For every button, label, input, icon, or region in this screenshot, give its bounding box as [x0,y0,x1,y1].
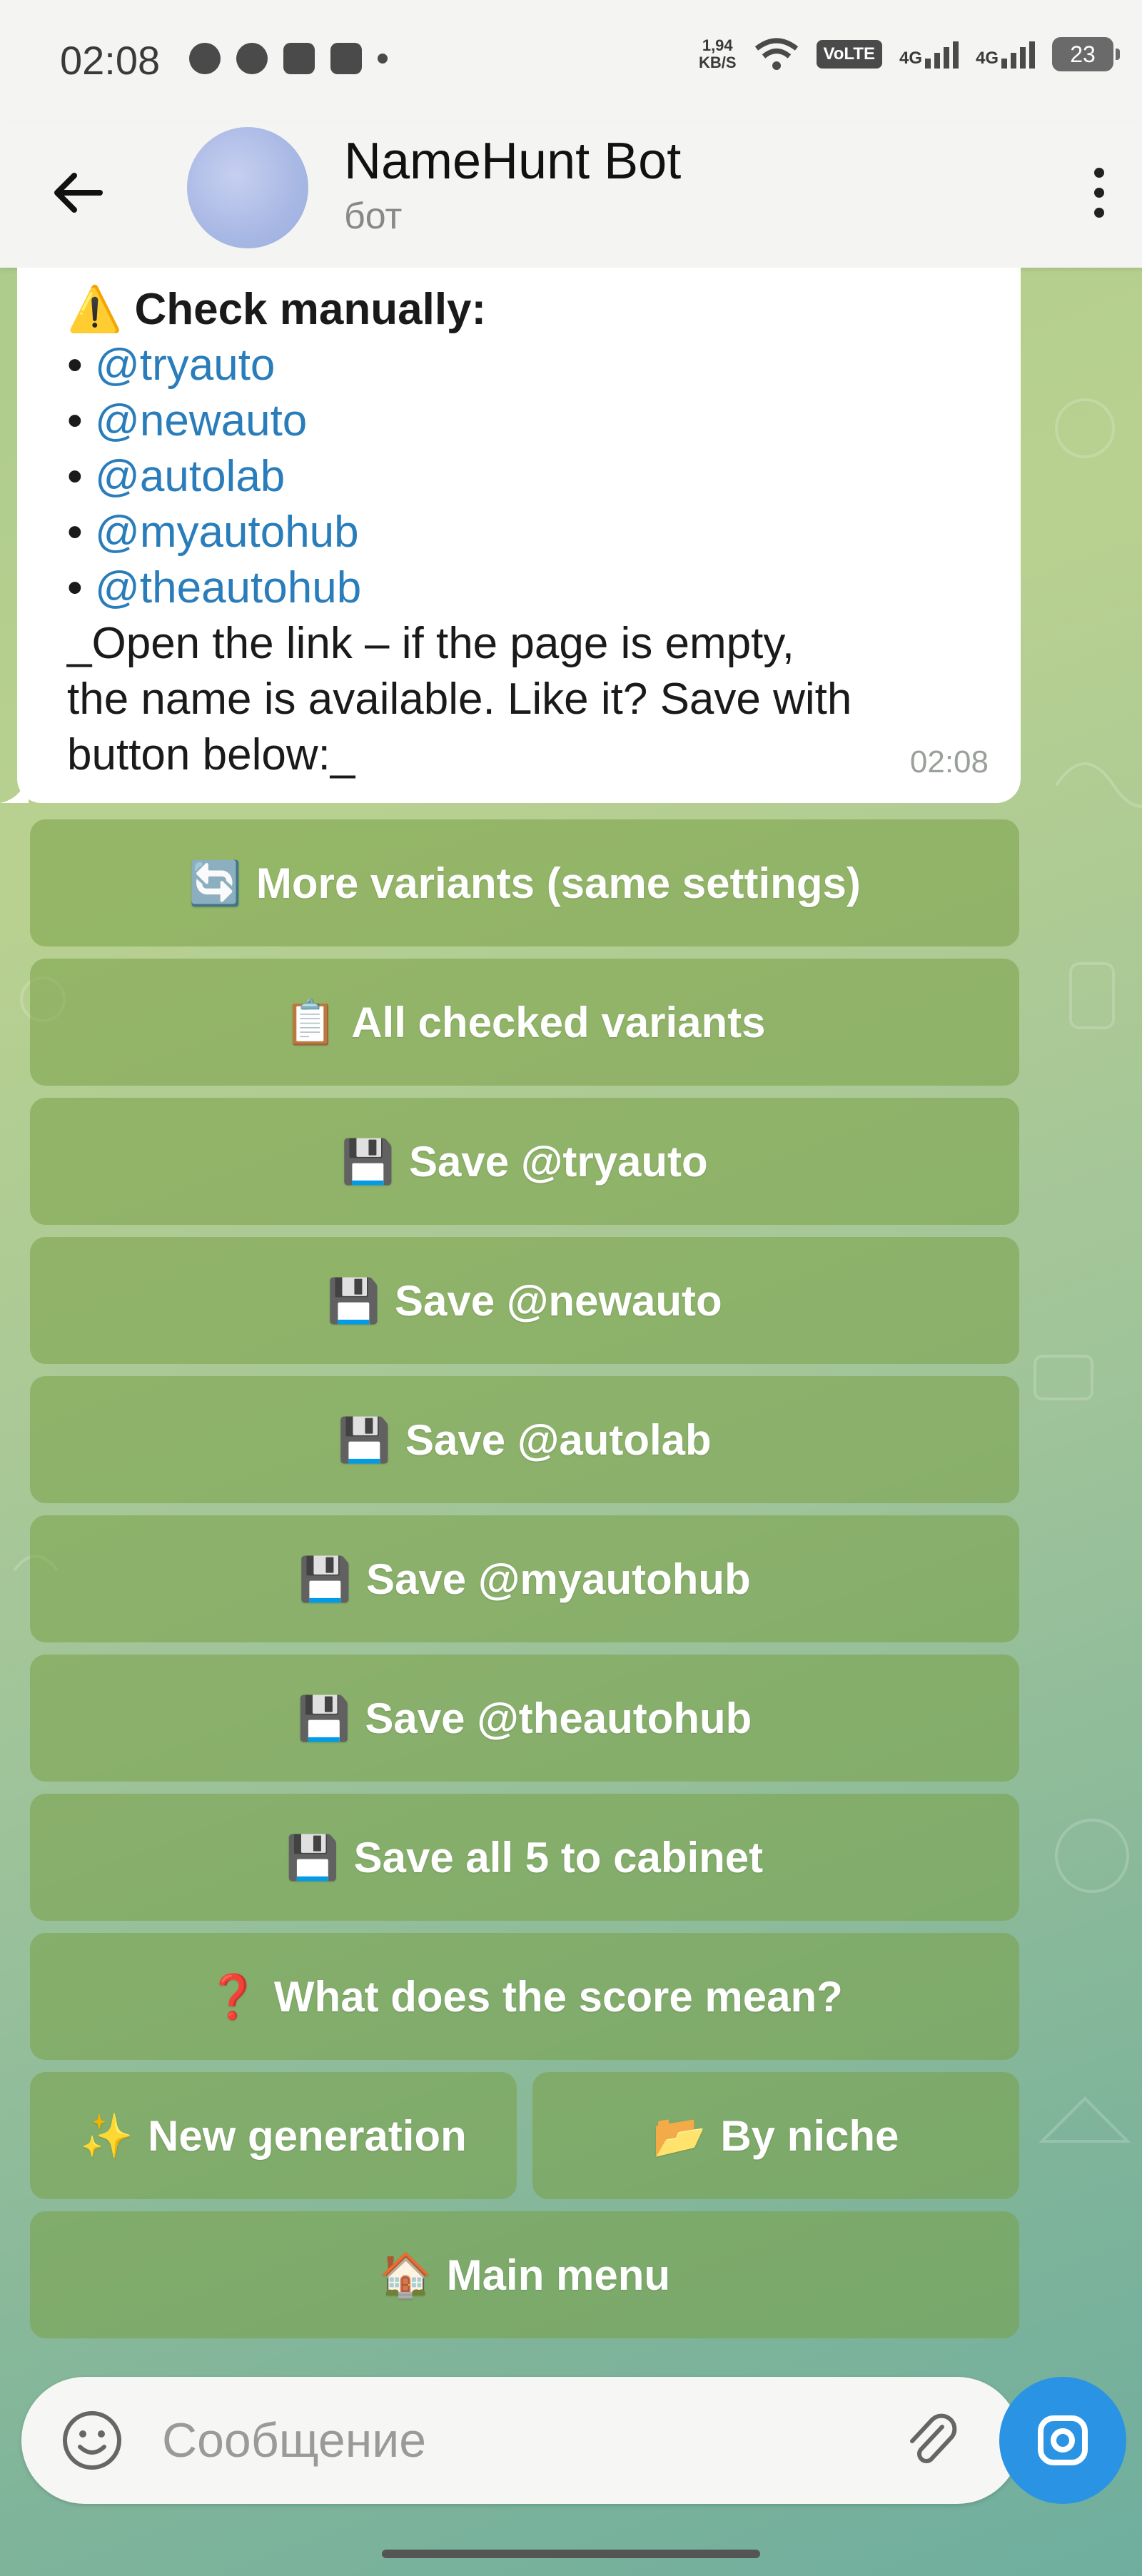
username-link[interactable]: @theautohub [95,563,361,612]
notification-icons [189,43,388,74]
username-link[interactable]: @newauto [95,396,307,445]
more-options-icon[interactable] [1078,157,1121,228]
folder-icon: 📂 [652,2111,707,2160]
status-time: 02:08 [60,38,161,83]
bubble-tail [0,774,29,803]
chat-header: NameHunt Bot бот [0,121,1142,268]
youtube-notification-icon [283,43,315,74]
save-tryauto-button[interactable]: 💾 Save @tryauto [30,1098,1019,1225]
status-bar: 02:08 1,94 KB/S VoLTE 4G 4G 23 [0,0,1142,121]
floppy-disk-icon: 💾 [286,1833,340,1882]
home-icon: 🏠 [378,2251,433,2299]
floppy-disk-icon: 💾 [338,1415,392,1464]
message-footer-line: _Open the link – if the page is empty, [67,619,795,668]
save-myautohub-button[interactable]: 💾 Save @myautohub [30,1515,1019,1642]
all-checked-variants-button[interactable]: 📋 All checked variants [30,959,1019,1086]
signal-bars-icon [924,40,959,69]
list-item: • @tryauto [67,340,276,390]
floppy-disk-icon: 💾 [298,1555,353,1603]
warning-icon: ⚠️ [67,285,123,334]
score-help-button[interactable]: ❓ What does the score mean? [30,1933,1019,2060]
list-item: • @newauto [67,396,308,445]
username-link[interactable]: @tryauto [95,340,275,390]
camera-icon [1038,2415,1088,2465]
chat-title[interactable]: NameHunt Bot [344,132,681,191]
app-notification-icon [330,43,362,74]
emoji-icon[interactable] [60,2408,124,2473]
message-input[interactable] [161,2404,877,2477]
gesture-bar[interactable] [382,2550,760,2558]
save-newauto-button[interactable]: 💾 Save @newauto [30,1237,1019,1364]
chat-subtitle: бот [344,196,403,237]
new-generation-button[interactable]: ✨ New generation [30,2072,517,2199]
more-variants-button[interactable]: 🔄 More variants (same settings) [30,819,1019,946]
signal-sim2: 4G [976,40,1035,69]
floppy-disk-icon: 💾 [327,1276,381,1325]
more-notifications-icon [378,54,388,64]
bot-message: ⚠️ Check manually: • @tryauto • @newauto… [0,268,1021,803]
message-title: Check manually: [134,285,487,334]
by-niche-button[interactable]: 📂 By niche [532,2072,1019,2199]
signal-sim1: 4G [899,40,959,69]
volte-badge: VoLTE [816,40,882,69]
chat-notification-icon [189,43,221,74]
anarchy-notification-icon [236,43,268,74]
sparkles-icon: ✨ [80,2111,133,2160]
back-arrow-icon[interactable] [50,164,107,221]
floppy-disk-icon: 💾 [297,1694,351,1742]
message-time: 02:08 [909,744,989,779]
wifi-icon [754,38,798,70]
save-autolab-button[interactable]: 💾 Save @autolab [30,1376,1019,1503]
question-mark-icon: ❓ [206,1972,260,2021]
username-link[interactable]: @myautohub [95,507,359,557]
main-menu-button[interactable]: 🏠 Main menu [30,2211,1019,2338]
list-item: • @autolab [67,452,286,501]
message-footer-line: the name is available. Like it? Save wit… [67,675,852,724]
refresh-icon: 🔄 [188,859,242,907]
camera-button[interactable] [999,2377,1126,2504]
save-all-button[interactable]: 💾 Save all 5 to cabinet [30,1794,1019,1921]
message-title-line: ⚠️ Check manually: [67,282,971,338]
signal-bars-icon [1001,40,1035,69]
floppy-disk-icon: 💾 [341,1137,395,1186]
message-composer [21,2377,1021,2504]
battery-icon: 23 [1052,37,1120,71]
list-item: • @myautohub [67,507,359,557]
system-indicators: 1,94 KB/S VoLTE 4G 4G 23 [698,36,1120,71]
avatar[interactable] [187,127,308,248]
clipboard-icon: 📋 [283,998,338,1046]
message-footer-line: button below:_ [67,730,355,779]
attach-icon[interactable] [899,2408,964,2473]
list-item: • @theautohub [67,563,362,612]
save-theautohub-button[interactable]: 💾 Save @theautohub [30,1655,1019,1782]
username-link[interactable]: @autolab [95,452,285,501]
net-speed: 1,94 KB/S [698,36,737,71]
